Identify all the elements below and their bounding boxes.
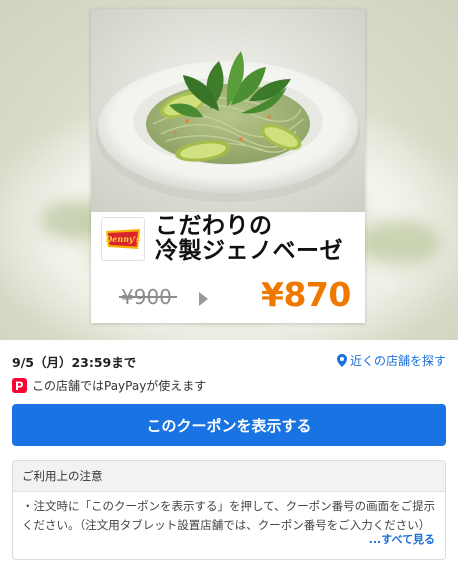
- brand-logo: Denny's: [101, 217, 145, 261]
- paypay-availability: この店舗ではPayPayが使えます: [12, 377, 206, 394]
- discount-price: ¥870: [261, 275, 351, 314]
- expiry-date: 9/5（月）23:59まで: [12, 355, 137, 370]
- usage-notice-title: ご利用上の注意: [13, 461, 445, 492]
- dish-title: こだわりの 冷製ジェノベーゼ: [155, 214, 360, 264]
- dish-illustration: [91, 9, 365, 212]
- dish-title-line1: こだわりの: [155, 213, 273, 239]
- usage-notice: ご利用上の注意 ・注文時に「このクーポンを表示する」を押して、クーポン番号の画面…: [12, 460, 446, 560]
- brand-logo-text: Denny's: [104, 234, 141, 244]
- coupon-card: Denny's こだわりの 冷製ジェノベーゼ ¥900 ¥870: [91, 9, 365, 323]
- show-coupon-button[interactable]: このクーポンを表示する: [12, 404, 446, 446]
- usage-notice-body: ・注文時に「このクーポンを表示する」を押して、クーポン番号の画面をご提示ください…: [22, 499, 436, 532]
- paypay-note: この店舗ではPayPayが使えます: [32, 379, 207, 393]
- location-pin-icon: [336, 354, 347, 367]
- original-price-strikethrough: [119, 296, 177, 298]
- dennys-logo-icon: Denny's: [104, 229, 141, 249]
- find-nearby-stores-link[interactable]: 近くの店舗を探す: [336, 352, 446, 369]
- paypay-icon: [12, 378, 27, 393]
- hero-background-leaf: [360, 220, 440, 265]
- see-all-link[interactable]: ...すべて見る: [364, 531, 435, 547]
- find-nearby-stores-label: 近くの店舗を探す: [349, 354, 446, 368]
- price-arrow-icon: [199, 292, 208, 306]
- dish-photo: [91, 9, 365, 212]
- dish-title-line2: 冷製ジェノベーゼ: [155, 238, 343, 264]
- coupon-hero: Denny's こだわりの 冷製ジェノベーゼ ¥900 ¥870: [0, 0, 458, 340]
